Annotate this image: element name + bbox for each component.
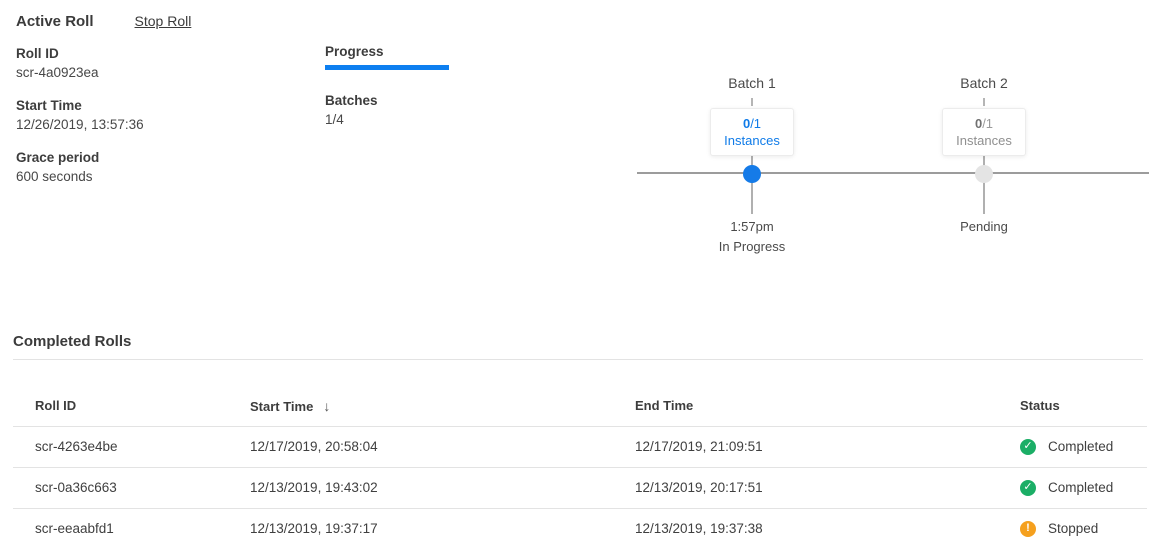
batch-1-milestone-dot <box>743 165 761 183</box>
batch-1-instances-label: Instances <box>711 133 793 149</box>
roll-dashboard: Active Roll Stop Roll Roll ID scr-4a0923… <box>0 0 1149 545</box>
batch-2-status-extra <box>904 238 1064 256</box>
cell-start-time: 12/13/2019, 19:37:17 <box>250 508 635 549</box>
cell-end-time: 12/13/2019, 19:37:38 <box>635 508 1020 549</box>
completed-rolls-table: Roll ID Start Time↓ End Time Status scr-… <box>13 386 1147 549</box>
completed-rolls-header: Completed Rolls <box>13 322 1143 360</box>
batch-2-instances-card: 0/1 Instances <box>942 108 1026 156</box>
column-header-roll-id[interactable]: Roll ID <box>13 386 250 426</box>
status-completed-icon: ✓ <box>1020 480 1036 496</box>
cell-start-time: 12/17/2019, 20:58:04 <box>250 426 635 467</box>
status-label: Completed <box>1048 480 1113 495</box>
table-header-row: Roll ID Start Time↓ End Time Status <box>13 386 1147 426</box>
completed-rolls-section: Completed Rolls Roll ID Start Time↓ End … <box>0 322 1149 549</box>
batch-1-time: 1:57pm <box>672 218 832 236</box>
cell-end-time: 12/13/2019, 20:17:51 <box>635 467 1020 508</box>
column-header-status[interactable]: Status <box>1020 386 1147 426</box>
cell-end-time: 12/17/2019, 21:09:51 <box>635 426 1020 467</box>
cell-roll-id: scr-0a36c663 <box>13 467 250 508</box>
batch-2-milestone-dot <box>975 165 993 183</box>
status-completed-icon: ✓ <box>1020 439 1036 455</box>
status-stopped-icon: ! <box>1020 521 1036 537</box>
table-row: scr-4263e4be 12/17/2019, 20:58:04 12/17/… <box>13 426 1147 467</box>
batch-1-instance-count: 0/1 <box>711 116 793 132</box>
cell-status: ! Stopped <box>1020 508 1147 549</box>
batch-1-name: Batch 1 <box>672 74 832 92</box>
batch-1-status: In Progress <box>672 238 832 256</box>
batch-2-column: Batch 2 0/1 Instances Pending <box>904 74 1064 256</box>
table-row: scr-eeaabfd1 12/13/2019, 19:37:17 12/13/… <box>13 508 1147 549</box>
batch-2-tick <box>983 98 985 106</box>
cell-status: ✓ Completed <box>1020 426 1147 467</box>
cell-status: ✓ Completed <box>1020 467 1147 508</box>
column-header-start-time[interactable]: Start Time↓ <box>250 386 635 426</box>
table-row: scr-0a36c663 12/13/2019, 19:43:02 12/13/… <box>13 467 1147 508</box>
batch-2-instance-count: 0/1 <box>943 116 1025 132</box>
batch-2-name: Batch 2 <box>904 74 1064 92</box>
status-label: Completed <box>1048 439 1113 454</box>
completed-rolls-title: Completed Rolls <box>13 333 1143 350</box>
batch-1-column: Batch 1 0/1 Instances 1:57pm In Progress <box>672 74 832 256</box>
active-roll-section: Active Roll Stop Roll Roll ID scr-4a0923… <box>0 0 1149 322</box>
batch-timeline: Batch 1 0/1 Instances 1:57pm In Progress… <box>0 0 1149 322</box>
cell-roll-id: scr-4263e4be <box>13 426 250 467</box>
column-header-end-time[interactable]: End Time <box>635 386 1020 426</box>
status-label: Stopped <box>1048 521 1098 536</box>
batch-2-instances-label: Instances <box>943 133 1025 149</box>
batch-1-tick <box>751 98 753 106</box>
batch-1-instances-card[interactable]: 0/1 Instances <box>710 108 794 156</box>
cell-start-time: 12/13/2019, 19:43:02 <box>250 467 635 508</box>
cell-roll-id: scr-eeaabfd1 <box>13 508 250 549</box>
sort-descending-icon[interactable]: ↓ <box>323 398 330 414</box>
batch-2-status: Pending <box>904 218 1064 236</box>
